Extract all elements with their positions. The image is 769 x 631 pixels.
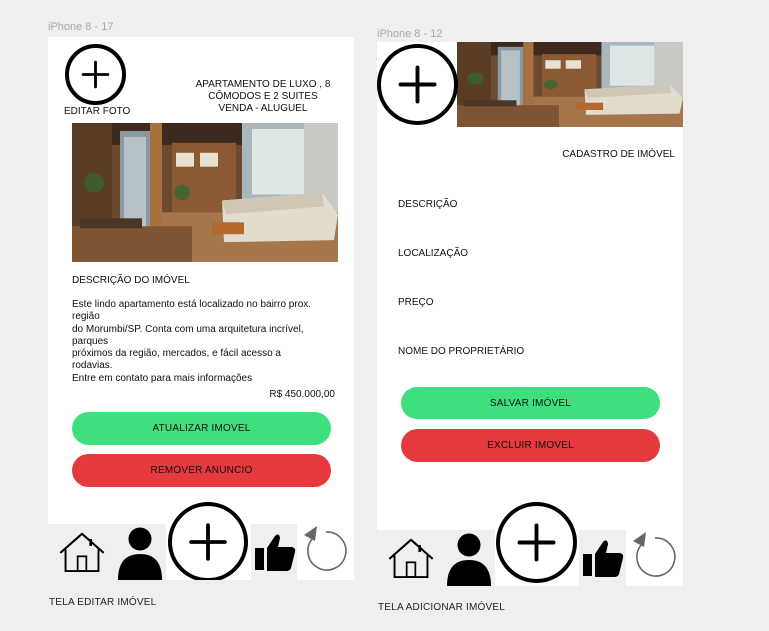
nav-like[interactable]	[251, 524, 297, 580]
listing-title: APARTAMENTO DE LUXO , 8 CÔMODOS E 2 SUIT…	[188, 79, 338, 115]
field-description[interactable]: DESCRIÇÃO	[398, 199, 457, 210]
description-line: região	[72, 311, 100, 323]
user-icon	[444, 530, 494, 586]
nav-refresh[interactable]	[626, 530, 683, 586]
field-price[interactable]: PREÇO	[398, 297, 434, 308]
price-label: R$ 450.000,00	[269, 389, 335, 400]
field-location[interactable]: LOCALIZAÇÃO	[398, 248, 468, 259]
listing-title-line: CÔMODOS E 2 SUITES	[208, 91, 318, 102]
user-icon	[115, 524, 165, 580]
description-heading: DESCRIÇÃO DO IMÓVEL	[72, 275, 190, 286]
description-line: do Morumbi/SP. Conta com uma arquitetura…	[72, 323, 304, 335]
thumbs-up-icon	[581, 538, 625, 578]
update-property-button[interactable]: ATUALIZAR IMOVEL	[72, 412, 331, 445]
add-icon	[172, 506, 244, 578]
add-icon	[500, 506, 573, 579]
description-line: próximos da região, mercados, e fácil ac…	[72, 348, 281, 360]
refresh-icon	[299, 525, 349, 575]
caption-edit-screen: TELA EDITAR IMÓVEL	[49, 597, 157, 608]
add-photo-button[interactable]	[377, 44, 458, 125]
home-icon	[385, 535, 437, 581]
description-line: Entre em contato para mais informações	[72, 372, 253, 384]
nav-home[interactable]	[377, 530, 441, 586]
delete-property-button[interactable]: EXCLUIR IMOVEL	[401, 429, 660, 462]
frame-label-right: iPhone 8 - 12	[377, 28, 443, 40]
nav-profile[interactable]	[441, 530, 495, 586]
nav-add-button[interactable]	[168, 502, 248, 580]
description-line: rodavias.	[72, 360, 113, 372]
page-title: CADASTRO DE IMÓVEL	[562, 149, 675, 160]
nav-like[interactable]	[579, 530, 626, 586]
nav-profile[interactable]	[112, 524, 166, 580]
plus-icon	[69, 48, 122, 101]
frame-label-left: iPhone 8 - 17	[48, 21, 114, 33]
bottom-navbar	[377, 502, 683, 586]
home-icon	[56, 529, 108, 575]
nav-home[interactable]	[48, 524, 112, 580]
nav-add-button[interactable]	[496, 502, 577, 583]
remove-listing-button[interactable]: REMOVER ANUNCIO	[72, 454, 331, 487]
save-property-button[interactable]: SALVAR IMÓVEL	[401, 387, 660, 419]
caption-add-screen: TELA ADICIONAR IMÓVEL	[378, 602, 506, 613]
add-property-screen: CADASTRO DE IMÓVEL DESCRIÇÃO LOCALIZAÇÃO…	[377, 42, 683, 586]
description-text: Este lindo apartamento está localizado n…	[72, 299, 311, 385]
thumbs-up-icon	[253, 532, 297, 572]
property-photo	[72, 123, 338, 262]
property-photo-banner	[457, 42, 683, 127]
field-owner-name[interactable]: NOME DO PROPRIETÁRIO	[398, 346, 524, 357]
plus-icon	[381, 48, 454, 121]
description-line: Este lindo apartamento está localizado n…	[72, 299, 312, 310]
listing-title-line: APARTAMENTO DE LUXO , 8	[195, 79, 331, 90]
listing-title-line: VENDA - ALUGUEL	[218, 103, 308, 114]
edit-photo-label: EDITAR FOTO	[64, 106, 131, 117]
description-line: parques	[72, 335, 109, 347]
bottom-navbar	[48, 502, 354, 580]
refresh-icon	[628, 531, 678, 581]
add-photo-button[interactable]	[65, 44, 126, 105]
nav-refresh[interactable]	[297, 524, 354, 580]
edit-property-screen: EDITAR FOTO APARTAMENTO DE LUXO , 8 CÔMO…	[48, 37, 354, 580]
